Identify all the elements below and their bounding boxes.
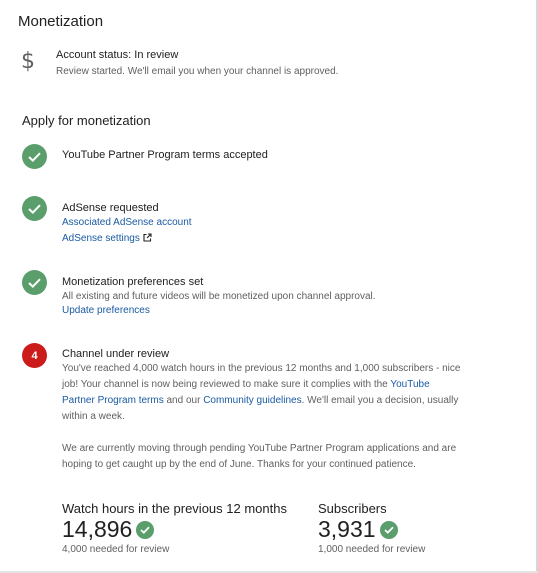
- update-preferences-link[interactable]: Update preferences: [62, 305, 150, 316]
- account-status-description: Review started. We'll email you when you…: [56, 66, 339, 77]
- watch-hours-label: Watch hours in the previous 12 months: [62, 501, 287, 516]
- check-circle-icon: [22, 144, 47, 169]
- subscribers-requirement: 1,000 needed for review: [318, 544, 426, 555]
- subscribers-label: Subscribers: [318, 501, 387, 516]
- account-status: Account status: In review: [56, 49, 179, 61]
- step-review-description: You've reached 4,000 watch hours in the …: [62, 361, 462, 425]
- step-review-title: Channel under review: [62, 348, 170, 360]
- step-terms-title: YouTube Partner Program terms accepted: [62, 149, 268, 161]
- review-delay-notice: We are currently moving through pending …: [62, 443, 457, 470]
- check-circle-icon: [136, 520, 155, 539]
- apply-section-title: Apply for monetization: [22, 113, 151, 128]
- adsense-settings-link[interactable]: AdSense settings: [62, 233, 152, 244]
- check-circle-icon: [22, 196, 47, 221]
- subscribers-value: 3,931: [318, 516, 376, 542]
- check-circle-icon: [22, 270, 47, 295]
- subscribers-value-row: 3,931: [318, 516, 398, 543]
- watch-hours-value: 14,896: [62, 516, 133, 542]
- step-number-badge: 4: [22, 343, 47, 368]
- watch-hours-requirement: 4,000 needed for review: [62, 544, 170, 555]
- page-title: Monetization: [18, 13, 104, 30]
- community-guidelines-link[interactable]: Community guidelines: [203, 395, 301, 406]
- review-text-part-2: and our: [163, 395, 204, 406]
- external-link-icon: [143, 232, 152, 248]
- dollar-icon: $: [21, 49, 35, 74]
- adsense-settings-label: AdSense settings: [62, 233, 140, 244]
- watch-hours-value-row: 14,896: [62, 516, 155, 543]
- associated-adsense-account-link[interactable]: Associated AdSense account: [62, 217, 192, 228]
- step-adsense-title: AdSense requested: [62, 202, 159, 214]
- check-circle-icon: [379, 520, 398, 539]
- step-preferences-title: Monetization preferences set: [62, 276, 204, 288]
